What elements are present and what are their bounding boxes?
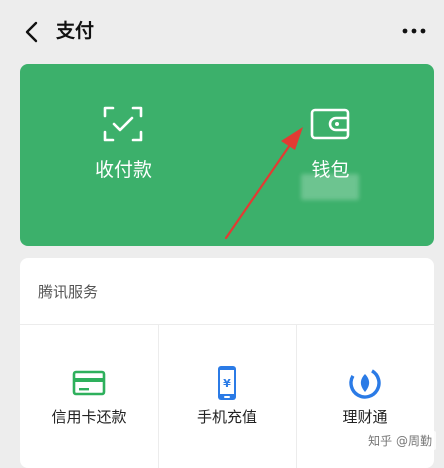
back-button[interactable] xyxy=(16,16,48,48)
receive-pay-button[interactable]: 收付款 xyxy=(20,64,227,246)
phone-topup-label: 手机充值 xyxy=(196,408,257,426)
more-dots-icon xyxy=(402,28,426,34)
wealth-label: 理财通 xyxy=(342,408,388,426)
wallet-button[interactable]: 钱包 xyxy=(227,64,434,246)
back-arrow-icon xyxy=(25,21,38,43)
more-options-button[interactable] xyxy=(398,18,430,44)
svg-text:¥: ¥ xyxy=(223,377,231,390)
phone-topup-icon: ¥ xyxy=(218,366,236,400)
wallet-icon xyxy=(310,108,350,140)
credit-card-repay-button[interactable]: 信用卡还款 xyxy=(20,325,158,468)
credit-card-icon xyxy=(72,370,106,396)
section-title: 腾讯服务 xyxy=(38,283,99,301)
receive-pay-label: 收付款 xyxy=(94,159,152,181)
payment-card: 收付款 钱包 xyxy=(20,64,434,246)
blurred-balance xyxy=(301,174,359,200)
page-title: 支付 xyxy=(56,20,95,42)
watermark: 知乎 @周勤 xyxy=(364,431,436,450)
credit-card-repay-label: 信用卡还款 xyxy=(51,408,127,426)
scan-code-icon xyxy=(103,106,143,142)
phone-topup-button[interactable]: ¥ 手机充值 xyxy=(158,325,296,468)
top-bar: 支付 xyxy=(0,0,444,62)
wealth-icon xyxy=(349,367,381,399)
